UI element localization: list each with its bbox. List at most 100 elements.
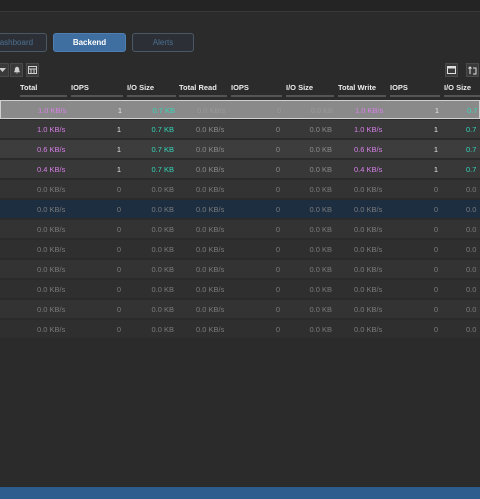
table-cell: 0 bbox=[116, 285, 121, 294]
table-cell: 1 bbox=[433, 145, 438, 154]
table-cell: 0.0 bbox=[466, 225, 477, 234]
table-cell: 0.0 KB/s bbox=[196, 245, 225, 254]
table-cell: 0.0 bbox=[466, 265, 477, 274]
table-cell: 0.0 bbox=[466, 325, 477, 334]
table-cell: 1.0 KB/s bbox=[37, 125, 66, 134]
col-read-io-size[interactable]: I/O Size bbox=[286, 83, 334, 97]
table-cell: 0.0 KB/s bbox=[196, 145, 225, 154]
tab-alerts[interactable]: Alerts bbox=[132, 33, 194, 52]
table-cell: 0.0 KB/s bbox=[37, 305, 66, 314]
tab-backend[interactable]: Backend bbox=[53, 33, 126, 52]
col-total[interactable]: Total bbox=[20, 83, 67, 97]
table-cell: 0 bbox=[275, 305, 280, 314]
table-row[interactable]: 1.0 KB/s 1 0.7 KB 0.0 KB/s 0 0.0 KB 1.0 KB/s 1 0… bbox=[0, 120, 480, 139]
table-cell: 0.0 KB bbox=[309, 285, 332, 294]
table-cell: 0 bbox=[275, 285, 280, 294]
col-write-io-size[interactable]: I/O Size bbox=[444, 83, 480, 97]
col-read-iops[interactable]: IOPS bbox=[231, 83, 282, 97]
table-cell: 0.0 KB/s bbox=[354, 285, 383, 294]
table-cell: 0.0 KB bbox=[309, 165, 332, 174]
table-row[interactable]: 0.6 KB/s 1 0.7 KB 0.0 KB/s 0 0.0 KB 0.6 KB/s 1 0… bbox=[0, 140, 480, 159]
bell-icon[interactable] bbox=[10, 63, 23, 77]
table-cell: 0.0 KB bbox=[309, 245, 332, 254]
table-cell: 0.0 KB bbox=[309, 145, 332, 154]
table-cell: 0.0 KB bbox=[309, 185, 332, 194]
table-cell: 0.0 KB/s bbox=[37, 285, 66, 294]
table-row[interactable]: 0.0 KB/s 0 0.0 KB 0.0 KB/s 0 0.0 KB 0.0 KB/s 0 0… bbox=[0, 180, 480, 199]
table-cell: 0.0 KB/s bbox=[354, 265, 383, 274]
table-cell: 0.4 KB/s bbox=[37, 165, 66, 174]
table-cell: 0 bbox=[275, 145, 280, 154]
table-cell: 0 bbox=[275, 125, 280, 134]
table-cell: 0 bbox=[433, 245, 438, 254]
table-cell: 0.0 bbox=[466, 305, 477, 314]
tab-bar: Dashboard Backend Alerts bbox=[0, 33, 480, 55]
table-cell: 0 bbox=[116, 325, 121, 334]
table-cell: 0.0 KB/s bbox=[37, 205, 66, 214]
table-cell: 0 bbox=[116, 185, 121, 194]
table-cell: 0.7 bbox=[466, 145, 477, 154]
table-cell: 0.0 KB bbox=[309, 125, 332, 134]
table-cell: 0.0 bbox=[466, 285, 477, 294]
table-cell: 0.0 KB bbox=[309, 305, 332, 314]
table-cell: 0 bbox=[433, 325, 438, 334]
dropdown-arrow-icon[interactable] bbox=[0, 63, 9, 77]
table-cell: 0.0 KB bbox=[309, 225, 332, 234]
table-cell: 1 bbox=[434, 106, 439, 115]
col-write-iops[interactable]: IOPS bbox=[390, 83, 440, 97]
table-cell: 0 bbox=[116, 225, 121, 234]
table-cell: 0.0 KB/s bbox=[196, 265, 225, 274]
table-cell: 0.0 KB bbox=[309, 205, 332, 214]
export-icon[interactable] bbox=[466, 63, 479, 77]
table-row[interactable]: 0.4 KB/s 1 0.7 KB 0.0 KB/s 0 0.0 KB 0.4 KB/s 1 0… bbox=[0, 160, 480, 179]
table-cell: 0.0 bbox=[466, 245, 477, 254]
table-cell: 0.0 KB bbox=[151, 245, 174, 254]
col-total-read[interactable]: Total Read bbox=[179, 83, 227, 97]
table-cell: 0.0 KB/s bbox=[37, 185, 66, 194]
col-iops[interactable]: IOPS bbox=[71, 83, 123, 97]
table-row[interactable]: 1.0 KB/s 1 0.7 KB 0.0 KB/s 0 0.0 KB 1.0 KB/s 1 0… bbox=[0, 100, 480, 119]
col-total-write[interactable]: Total Write bbox=[338, 83, 386, 97]
table-cell: 0 bbox=[116, 245, 121, 254]
table-cell: 0.6 KB/s bbox=[354, 145, 383, 154]
table-cell: 0.0 KB bbox=[309, 265, 332, 274]
table-row[interactable]: 0.0 KB/s 0 0.0 KB 0.0 KB/s 0 0.0 KB 0.0 KB/s 0 0… bbox=[0, 300, 480, 319]
table-cell: 1 bbox=[116, 165, 121, 174]
table-cell: 1 bbox=[116, 125, 121, 134]
table-cell: 1 bbox=[433, 165, 438, 174]
table-cell: 0 bbox=[433, 185, 438, 194]
table-cell: 0 bbox=[275, 205, 280, 214]
table-cell: 0.0 KB/s bbox=[196, 305, 225, 314]
table-cell: 0.7 KB bbox=[151, 125, 174, 134]
table-toolbar bbox=[0, 63, 480, 79]
table-row[interactable]: 0.0 KB/s 0 0.0 KB 0.0 KB/s 0 0.0 KB 0.0 KB/s 0 0… bbox=[0, 280, 480, 299]
window-top-bar bbox=[0, 0, 480, 12]
table-cell: 0.0 KB/s bbox=[37, 245, 66, 254]
table-cell: 0.0 KB/s bbox=[37, 265, 66, 274]
table-cell: 0.0 KB/s bbox=[354, 205, 383, 214]
window-icon[interactable] bbox=[445, 63, 458, 77]
table-cell: 0 bbox=[275, 265, 280, 274]
table-cell: 0 bbox=[433, 225, 438, 234]
table-cell: 0.0 KB bbox=[310, 106, 333, 115]
col-io-size[interactable]: I/O Size bbox=[127, 83, 176, 97]
table-row[interactable]: 0.0 KB/s 0 0.0 KB 0.0 KB/s 0 0.0 KB 0.0 KB/s 0 0… bbox=[0, 260, 480, 279]
table-row[interactable]: 0.0 KB/s 0 0.0 KB 0.0 KB/s 0 0.0 KB 0.0 KB/s 0 0… bbox=[0, 240, 480, 259]
table-cell: 0.0 KB/s bbox=[354, 245, 383, 254]
table-cell: 0.0 KB/s bbox=[196, 285, 225, 294]
table-row[interactable]: 0.0 KB/s 0 0.0 KB 0.0 KB/s 0 0.0 KB 0.0 KB/s 0 0… bbox=[0, 320, 480, 339]
table-cell: 0.7 KB bbox=[151, 145, 174, 154]
table-cell: 0 bbox=[433, 265, 438, 274]
table-cell: 1 bbox=[116, 145, 121, 154]
table-cell: 0.0 KB/s bbox=[37, 325, 66, 334]
table-cell: 0.0 KB bbox=[151, 265, 174, 274]
table-config-icon[interactable] bbox=[26, 63, 39, 77]
table-cell: 0.0 KB/s bbox=[196, 325, 225, 334]
table-cell: 0 bbox=[116, 305, 121, 314]
table-cell: 0.0 KB/s bbox=[197, 106, 226, 115]
table-cell: 0 bbox=[275, 325, 280, 334]
tab-dashboard[interactable]: Dashboard bbox=[0, 33, 47, 52]
table-row[interactable]: 0.0 KB/s 0 0.0 KB 0.0 KB/s 0 0.0 KB 0.0 KB/s 0 0… bbox=[0, 220, 480, 239]
table-row[interactable]: 0.0 KB/s 0 0.0 KB 0.0 KB/s 0 0.0 KB 0.0 KB/s 0 0… bbox=[0, 200, 480, 219]
table-cell: 0.0 KB bbox=[151, 225, 174, 234]
